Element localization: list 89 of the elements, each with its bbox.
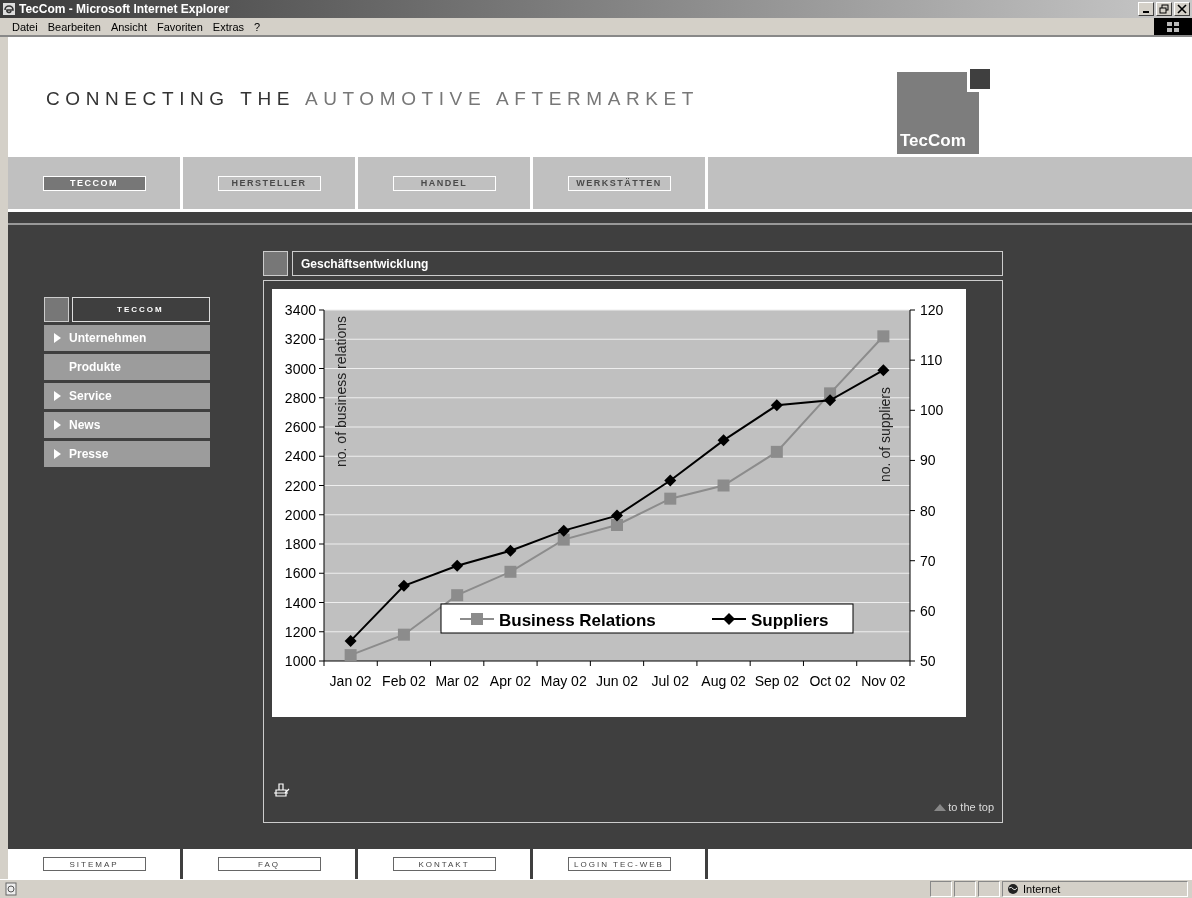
data-point [877, 330, 890, 343]
menu-item[interactable]: Datei [8, 20, 44, 33]
menu-item[interactable]: Ansicht [106, 20, 153, 33]
legend-marker [711, 613, 747, 625]
square-icon [44, 297, 69, 322]
security-zone: Internet [1002, 881, 1188, 897]
data-point [504, 544, 517, 557]
up-triangle-icon [934, 803, 947, 811]
square-icon [263, 251, 288, 276]
data-point [344, 634, 357, 647]
menu-item[interactable]: Favoriten [153, 20, 209, 33]
data-point [770, 399, 783, 412]
footer-link[interactable]: KONTAKT [392, 857, 496, 871]
axis-title: no. of business relations [333, 316, 349, 467]
to-top-link[interactable]: to the top [934, 801, 994, 813]
axis-label: 100 [920, 402, 944, 419]
status-pane [954, 881, 976, 897]
teccom-logo: TecCom [897, 69, 989, 155]
window-title: TecCom - Microsoft Internet Explorer [19, 2, 230, 16]
data-point [664, 474, 677, 487]
menu-item[interactable]: Bearbeiten [43, 20, 107, 33]
axis-label: 1600 [284, 565, 316, 582]
axis-label: 1000 [284, 653, 316, 669]
axis-label: 80 [920, 502, 936, 519]
nav-tab[interactable]: WERKSTÄTTEN [567, 175, 671, 191]
data-point [451, 559, 464, 572]
data-point [717, 434, 730, 447]
axis-label: Mar 02 [435, 673, 479, 689]
axis-label: 2800 [284, 389, 316, 406]
nav-tab[interactable]: HERSTELLER [217, 175, 321, 191]
footer-link[interactable]: FAQ [217, 857, 321, 871]
panel-title: Geschäftsentwicklung [292, 251, 1003, 276]
axis-label: 50 [920, 653, 936, 669]
axis-label: 3000 [284, 360, 316, 377]
axis-label: Jun 02 [596, 673, 638, 689]
axis-label: 3400 [284, 302, 316, 318]
close-icon [1177, 4, 1187, 14]
axis-label: Sep 02 [754, 673, 799, 689]
axis-label: 70 [920, 552, 936, 569]
data-point [611, 509, 623, 522]
axis-label: 2000 [284, 506, 316, 523]
axis-label: 120 [920, 302, 944, 318]
browser-icon [2, 2, 16, 16]
axis-label: 1200 [284, 623, 316, 640]
axis-label: 110 [920, 352, 943, 369]
windows-logo-icon [1154, 18, 1192, 35]
data-point [824, 394, 837, 407]
axis-label: Feb 02 [382, 673, 426, 689]
legend-label: Suppliers [751, 611, 829, 630]
data-point [877, 364, 890, 377]
status-pane [978, 881, 1000, 897]
restore-icon [1159, 4, 1169, 14]
axis-label: May 02 [540, 673, 587, 689]
data-point [451, 589, 464, 602]
axis-label: 1800 [284, 536, 316, 552]
tagline: CONNECTING THE AUTOMOTIVE AFTERMARKET [46, 88, 700, 110]
menu-item[interactable]: Extras [208, 20, 251, 33]
footer-link[interactable]: LOGIN TEC-WEB [567, 857, 671, 871]
axis-label: 2400 [284, 448, 316, 465]
data-point [397, 579, 410, 592]
axis-label: Jul 02 [651, 673, 689, 689]
axis-label: 3200 [284, 331, 316, 348]
nav-tab[interactable]: TECCOM [42, 175, 146, 191]
axis-label: 60 [920, 602, 936, 619]
axis-label: 2600 [284, 419, 316, 435]
axis-label: Jan 02 [329, 673, 372, 689]
globe-icon [1007, 883, 1019, 895]
axis-label: Oct 02 [809, 673, 851, 689]
menu-item[interactable]: ? [250, 20, 267, 33]
sidebar-title: TECCOM [72, 297, 210, 322]
axis-label: 2200 [284, 477, 316, 494]
close-button[interactable] [1174, 2, 1190, 16]
axis-label: Apr 02 [489, 673, 532, 689]
axis-label: 1400 [284, 594, 316, 611]
axis-label: Nov 02 [861, 673, 906, 689]
data-point [557, 524, 570, 537]
axis-label: 90 [920, 452, 936, 469]
axis-label: Aug 02 [701, 673, 746, 689]
nav-tab[interactable]: HANDEL [392, 175, 496, 191]
minimize-button[interactable] [1138, 2, 1154, 16]
legend-marker [459, 613, 495, 625]
restore-button[interactable] [1156, 2, 1172, 16]
legend-label: Business Relations [499, 611, 656, 630]
status-pane [930, 881, 952, 897]
minimize-icon [1143, 11, 1149, 13]
page-icon [4, 882, 18, 896]
footer-link[interactable]: SITEMAP [42, 857, 146, 871]
print-icon[interactable] [272, 781, 292, 799]
axis-title: no. of suppliers [877, 387, 893, 482]
